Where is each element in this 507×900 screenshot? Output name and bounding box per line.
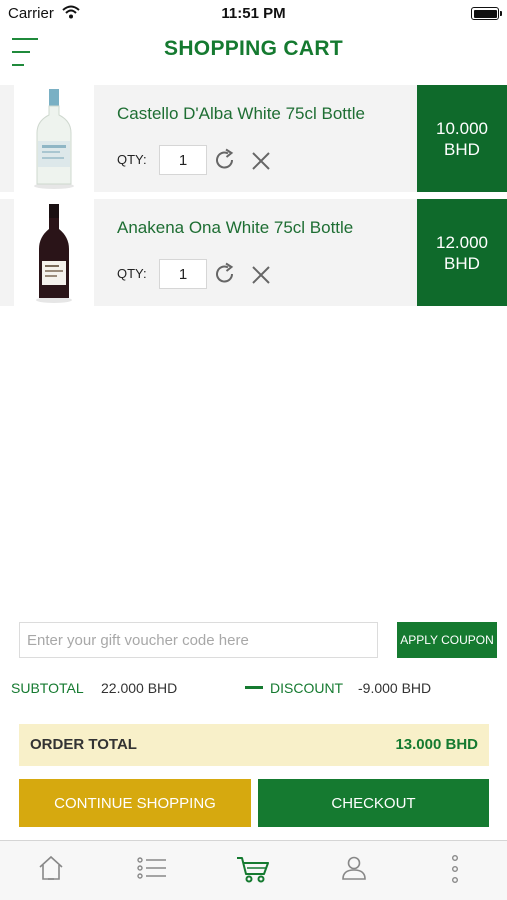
tab-list[interactable]	[101, 841, 202, 900]
quantity-input[interactable]	[159, 259, 207, 289]
tab-profile[interactable]	[303, 841, 404, 900]
product-image-white-wine-bottle[interactable]	[14, 85, 94, 192]
cart-icon	[236, 857, 269, 883]
continue-shopping-button[interactable]: CONTINUE SHOPPING	[19, 779, 251, 827]
apply-coupon-button[interactable]: APPLY COUPON	[397, 622, 497, 658]
page-title: SHOPPING CART	[164, 37, 343, 60]
qty-label: QTY:	[117, 266, 147, 281]
product-name[interactable]: Anakena Ona White 75cl Bottle	[117, 218, 353, 238]
refresh-icon[interactable]	[214, 148, 236, 172]
subtotal-label: SUBTOTAL	[11, 680, 84, 696]
list-icon	[136, 857, 166, 879]
close-icon[interactable]	[250, 262, 272, 286]
price-amount: 10.000	[436, 119, 488, 138]
checkout-button[interactable]: CHECKOUT	[258, 779, 489, 827]
status-time: 11:51 PM	[221, 5, 286, 22]
discount-value: -9.000 BHD	[358, 680, 432, 696]
cart-item: Castello D'Alba White 75cl Bottle QTY: 1…	[0, 85, 507, 192]
gift-voucher-input[interactable]	[19, 622, 378, 658]
tab-cart[interactable]	[202, 841, 303, 900]
price-currency: BHD	[444, 140, 480, 159]
more-icon	[451, 855, 458, 884]
close-icon[interactable]	[250, 148, 272, 172]
price-amount: 12.000	[436, 233, 488, 252]
product-name[interactable]: Castello D'Alba White 75cl Bottle	[117, 104, 365, 124]
tab-more[interactable]	[404, 841, 505, 900]
discount-label: DISCOUNT	[270, 680, 344, 696]
app-header: SHOPPING CART	[0, 28, 507, 74]
user-icon	[341, 856, 366, 880]
tab-home[interactable]	[0, 841, 101, 900]
minus-icon	[245, 686, 263, 689]
status-bar: Carrier 11:51 PM	[0, 0, 507, 28]
subtotal-value: 22.000 BHD	[101, 680, 178, 696]
battery-icon	[471, 7, 502, 20]
order-total-value: 13.000 BHD	[395, 736, 478, 753]
item-price: 12.000 BHD	[417, 199, 507, 306]
cart-item: Anakena Ona White 75cl Bottle QTY: 12.00…	[0, 199, 507, 306]
product-image-dark-wine-bottle[interactable]	[14, 199, 94, 306]
home-icon	[38, 855, 63, 880]
bottom-tab-bar	[0, 840, 507, 900]
quantity-input[interactable]	[159, 145, 207, 175]
refresh-icon[interactable]	[214, 262, 236, 286]
price-currency: BHD	[444, 254, 480, 273]
order-total-label: ORDER TOTAL	[30, 736, 137, 753]
order-total-bar: ORDER TOTAL 13.000 BHD	[19, 724, 489, 766]
qty-label: QTY:	[117, 152, 147, 167]
item-price: 10.000 BHD	[417, 85, 507, 192]
